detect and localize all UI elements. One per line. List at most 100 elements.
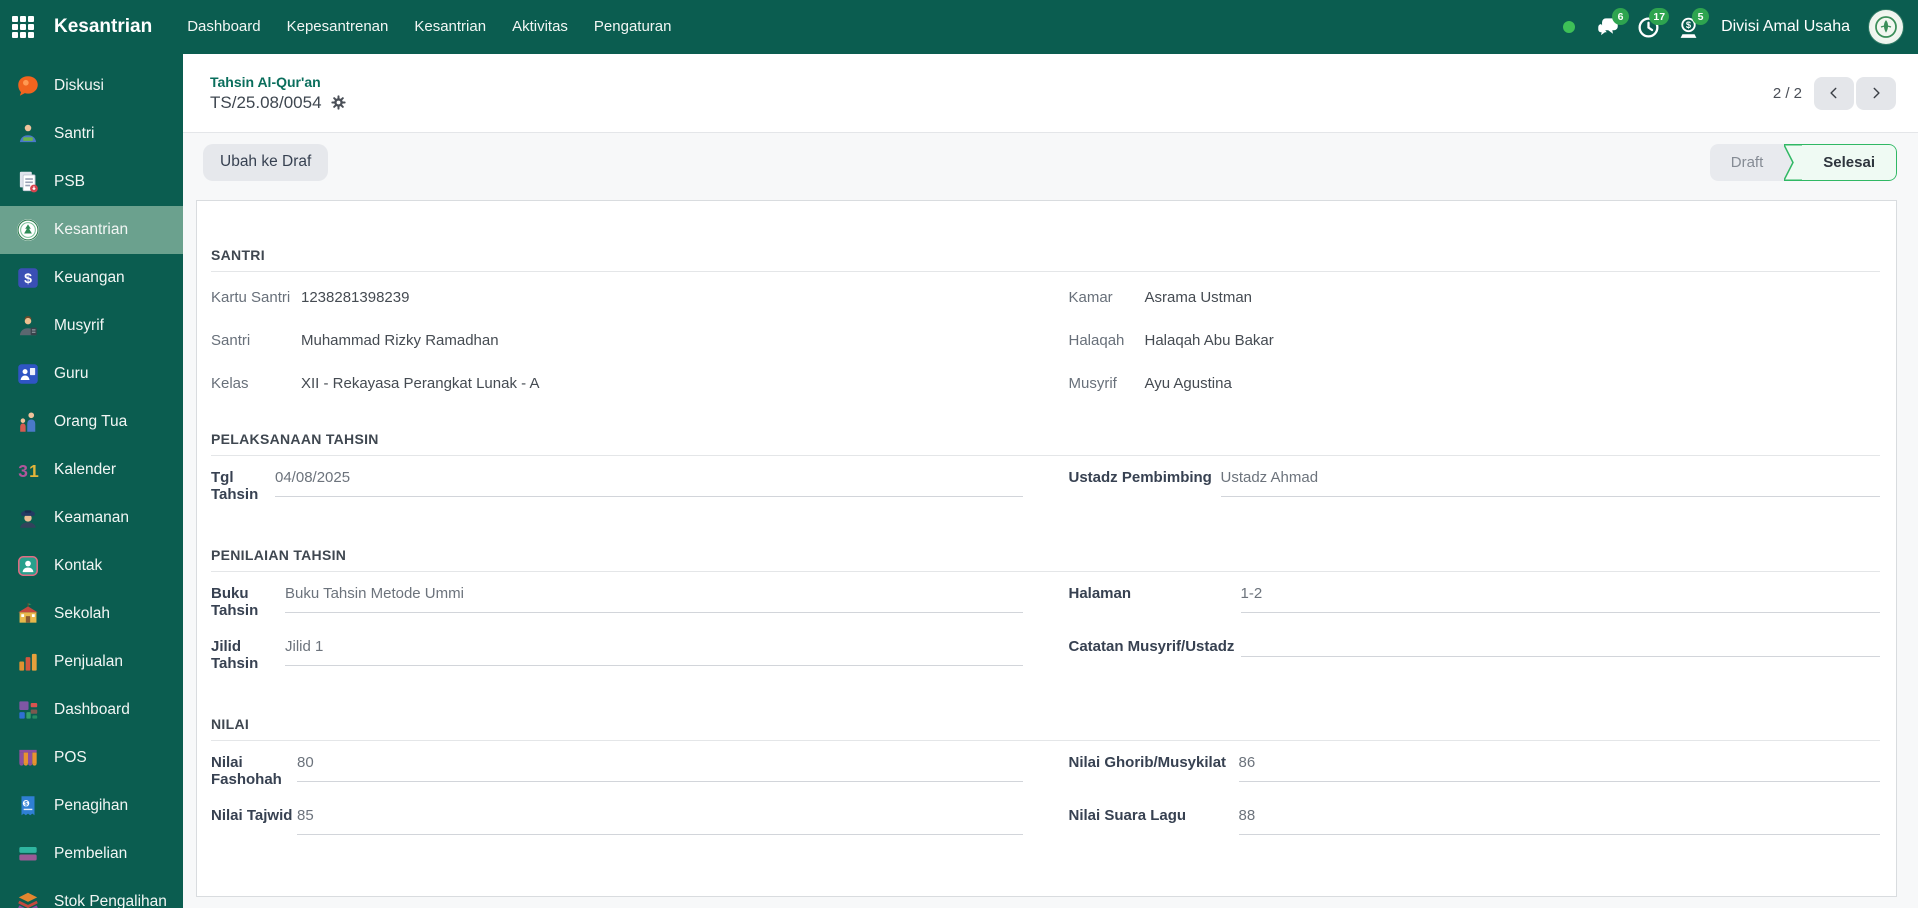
field-label: Tgl Tahsin [211,469,259,503]
buku-tahsin-input[interactable]: Buku Tahsin Metode Ummi [285,585,1023,613]
sidebar-item-stok[interactable]: Stok Pengalihan [0,878,183,908]
messages-icon[interactable]: 6 [1591,0,1630,54]
nilai-ghorib-input[interactable]: 86 [1238,754,1880,782]
sidebar-item-label: Orang Tua [54,413,128,430]
field-label: Halaman [1068,585,1132,602]
sheet-background: SANTRI Kartu Santri 1238281398239 Santri… [183,191,1918,908]
field-kamar: Kamar Asrama Ustman [1069,276,1881,319]
tgl-tahsin-input[interactable]: 04/08/2025 [275,469,1023,497]
bar-chart-icon [14,649,41,676]
school-building-icon [14,601,41,628]
sidebar-item-kesantrian[interactable]: Kesantrian [0,206,183,254]
field-value: 1238281398239 [301,289,410,306]
sidebar-item-label: Kontak [54,557,103,574]
breadcrumb: Tahsin Al-Qur'an TS/25.08/0054 [210,74,347,113]
shop-awning-icon [14,745,41,772]
dollar-square-icon: $ [14,265,41,292]
app-brand[interactable]: Kesantrian [54,16,152,38]
sidebar-item-musyrif[interactable]: Musyrif [0,302,183,350]
svg-text:$: $ [1685,20,1691,30]
status-step-draft[interactable]: Draft [1709,143,1785,181]
sidebar-item-orang-tua[interactable]: Orang Tua [0,398,183,446]
field-value: Ayu Agustina [1144,375,1232,392]
documents-icon [14,169,41,196]
sidebar-item-diskusi[interactable]: Diskusi [0,62,183,110]
parent-child-icon [14,409,41,436]
nav-item-kesantrian[interactable]: Kesantrian [401,0,499,54]
sidebar-item-label: Kesantrian [54,221,129,238]
pager-next-button[interactable] [1856,76,1896,110]
money-badge: 5 [1692,8,1710,25]
form-sheet: SANTRI Kartu Santri 1238281398239 Santri… [196,200,1897,897]
sidebar-item-kontak[interactable]: Kontak [0,542,183,590]
sidebar-item-penagihan[interactable]: $ Penagihan [0,782,183,830]
sidebar-item-kalender[interactable]: 31 Kalender [0,446,183,494]
teacher-board-icon [14,361,41,388]
company-menu[interactable]: Divisi Amal Usaha [1721,18,1850,36]
catatan-input[interactable] [1240,638,1880,657]
section-title-nilai: NILAI [211,716,1880,741]
status-step-selesai[interactable]: Selesai [1802,143,1897,181]
sidebar-item-dashboard[interactable]: Dashboard [0,686,183,734]
field-halaman: Halaman 1-2 [1068,576,1880,629]
nilai-suara-lagu-input[interactable]: 88 [1238,807,1880,835]
control-panel: Tahsin Al-Qur'an TS/25.08/0054 2 / 2 [183,54,1918,133]
chat-bubble-icon [14,73,41,100]
field-nilai-suara-lagu: Nilai Suara Lagu 88 [1068,798,1880,851]
jilid-tahsin-input[interactable]: Jilid 1 [285,638,1023,666]
online-status-dot [1563,21,1576,33]
sidebar-item-label: Santri [54,125,95,142]
nilai-tajwid-input[interactable]: 85 [297,807,1023,835]
sidebar-item-label: Diskusi [54,77,104,94]
tiles-icon [14,697,41,724]
svg-text:$: $ [24,270,32,286]
stock-layers-icon [14,889,41,908]
sidebar-item-sekolah[interactable]: Sekolah [0,590,183,638]
sidebar-item-keamanan[interactable]: Keamanan [0,494,183,542]
sidebar-item-label: Keamanan [54,509,129,526]
field-nilai-ghorib: Nilai Ghorib/Musykilat 86 [1069,745,1880,798]
nav-item-dashboard[interactable]: Dashboard [174,0,273,54]
halaman-input[interactable]: 1-2 [1240,585,1880,613]
sidebar-item-santri[interactable]: Santri [0,110,183,158]
sidebar-item-keuangan[interactable]: $ Keuangan [0,254,183,302]
field-value: XII - Rekayasa Perangkat Lunak - A [301,375,540,392]
sidebar-item-penjualan[interactable]: Penjualan [0,638,183,686]
pager-previous-button[interactable] [1814,76,1854,110]
nilai-fashohah-input[interactable]: 80 [297,754,1023,782]
sidebar-item-psb[interactable]: PSB [0,158,183,206]
record-name: TS/25.08/0054 [210,92,322,112]
sidebar-item-label: Kalender [54,461,117,478]
apps-grid-icon[interactable] [0,0,46,54]
messages-badge: 6 [1612,8,1630,25]
section-title-santri: SANTRI [211,247,1880,272]
sidebar-item-guru[interactable]: Guru [0,350,183,398]
money-icon[interactable]: $ 5 [1671,0,1710,54]
invoice-icon: $ [14,793,41,820]
field-label: Kelas [211,375,249,392]
nav-item-pengaturan[interactable]: Pengaturan [581,0,685,54]
sidebar-item-pos[interactable]: POS [0,734,183,782]
field-value: Asrama Ustman [1144,289,1253,306]
field-kelas: Kelas XII - Rekayasa Perangkat Lunak - A [211,362,1023,405]
contact-card-icon [14,553,41,580]
calendar-31-icon: 31 [14,457,41,484]
sidebar-item-pembelian[interactable]: Pembelian [0,830,183,878]
field-label: Nilai Tajwid [211,807,293,824]
breadcrumb-parent-link[interactable]: Tahsin Al-Qur'an [210,74,347,90]
main-content: Tahsin Al-Qur'an TS/25.08/0054 2 / 2 Uba… [183,0,1918,908]
ustadz-pembimbing-input[interactable]: Ustadz Ahmad [1220,469,1880,497]
nav-item-aktivitas[interactable]: Aktivitas [499,0,581,54]
field-label: Kartu Santri [211,289,291,306]
set-to-draft-button[interactable]: Ubah ke Draf [203,143,329,181]
activities-clock-icon[interactable]: 17 [1631,0,1670,54]
field-catatan: Catatan Musyrif/Ustadz [1069,629,1880,682]
nav-item-kepesantrenan[interactable]: Kepesantrenan [274,0,402,54]
pesantren-emblem-icon [14,217,41,244]
user-avatar[interactable] [1868,9,1904,45]
field-value: Halaqah Abu Bakar [1144,332,1274,349]
gear-icon[interactable] [330,94,347,111]
field-label: Nilai Suara Lagu [1068,807,1187,824]
sidebar-item-label: Pembelian [54,845,128,862]
field-buku-tahsin: Buku Tahsin Buku Tahsin Metode Ummi [211,576,1023,629]
